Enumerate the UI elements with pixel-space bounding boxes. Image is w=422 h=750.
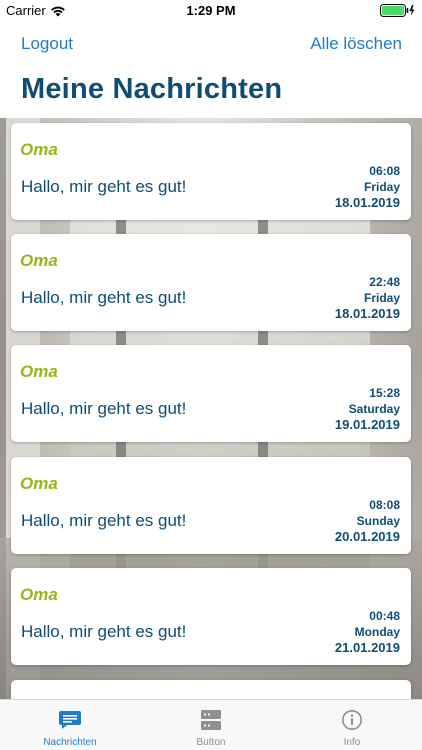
chat-bubble-icon — [58, 709, 82, 731]
message-date: 18.01.2019 — [334, 306, 400, 321]
message-weekday: Saturday — [348, 402, 400, 416]
tab-bar: Nachrichten Button Info — [0, 699, 422, 750]
message-card[interactable]: Oma Hallo, mir geht es gut! 00:48 Monday… — [11, 568, 411, 665]
message-text: Hallo, mir geht es gut! — [21, 399, 187, 418]
status-bar: Carrier 1:29 PM — [0, 0, 422, 22]
message-text: Hallo, mir geht es gut! — [21, 511, 187, 530]
clear-all-button[interactable]: Alle löschen — [310, 34, 402, 54]
message-list[interactable]: Oma Hallo, mir geht es gut! 06:08 Friday… — [0, 118, 422, 699]
message-date: 21.01.2019 — [334, 640, 400, 655]
message-meta: 22:48 Friday 18.01.2019 — [335, 274, 400, 322]
message-weekday: Friday — [363, 180, 400, 194]
message-time: 15:28 — [369, 386, 400, 400]
message-card[interactable]: Oma Hallo, mir geht es gut! 22:48 Friday… — [11, 234, 411, 331]
battery-icon — [380, 4, 416, 22]
info-icon — [340, 709, 364, 731]
message-card[interactable]: Oma Hallo, mir geht es gut! 15:28 Saturd… — [11, 345, 411, 442]
tab-nachrichten[interactable]: Nachrichten — [0, 700, 140, 750]
message-weekday: Sunday — [356, 514, 400, 528]
tab-info[interactable]: Info — [282, 700, 422, 750]
message-time: 06:08 — [369, 164, 400, 178]
message-sender: Oma — [20, 362, 58, 381]
message-meta: 08:08 Sunday 20.01.2019 — [335, 497, 400, 545]
tab-button[interactable]: Button — [141, 700, 281, 750]
message-weekday: Friday — [363, 291, 400, 305]
message-card[interactable] — [11, 680, 411, 699]
message-meta: 00:48 Monday 21.01.2019 — [335, 608, 400, 656]
tab-label: Nachrichten — [43, 737, 97, 748]
message-sender: Oma — [20, 474, 58, 493]
message-meta: 06:08 Friday 18.01.2019 — [335, 163, 400, 211]
message-sender: Oma — [20, 140, 58, 159]
page-title: Meine Nachrichten — [21, 73, 283, 105]
message-text: Hallo, mir geht es gut! — [21, 288, 187, 307]
message-time: 00:48 — [369, 609, 400, 623]
message-card[interactable]: Oma Hallo, mir geht es gut! 06:08 Friday… — [11, 123, 411, 220]
message-sender: Oma — [20, 251, 58, 270]
message-text: Hallo, mir geht es gut! — [21, 177, 187, 196]
message-time: 08:08 — [369, 498, 400, 512]
message-card[interactable]: Oma Hallo, mir geht es gut! 08:08 Sunday… — [11, 457, 411, 554]
server-icon — [199, 709, 223, 731]
message-sender: Oma — [20, 585, 58, 604]
message-date: 19.01.2019 — [334, 417, 400, 432]
logout-button[interactable]: Logout — [21, 34, 73, 54]
message-date: 18.01.2019 — [334, 195, 400, 210]
tab-label: Button — [196, 737, 226, 748]
message-time: 22:48 — [369, 275, 400, 289]
navigation-bar: Logout Alle löschen Meine Nachrichten — [0, 22, 422, 118]
message-meta: 15:28 Saturday 19.01.2019 — [335, 385, 400, 433]
tab-label: Info — [343, 737, 361, 748]
message-date: 20.01.2019 — [334, 529, 400, 544]
message-text: Hallo, mir geht es gut! — [21, 622, 187, 641]
status-time: 1:29 PM — [186, 3, 236, 18]
message-weekday: Monday — [354, 625, 400, 639]
